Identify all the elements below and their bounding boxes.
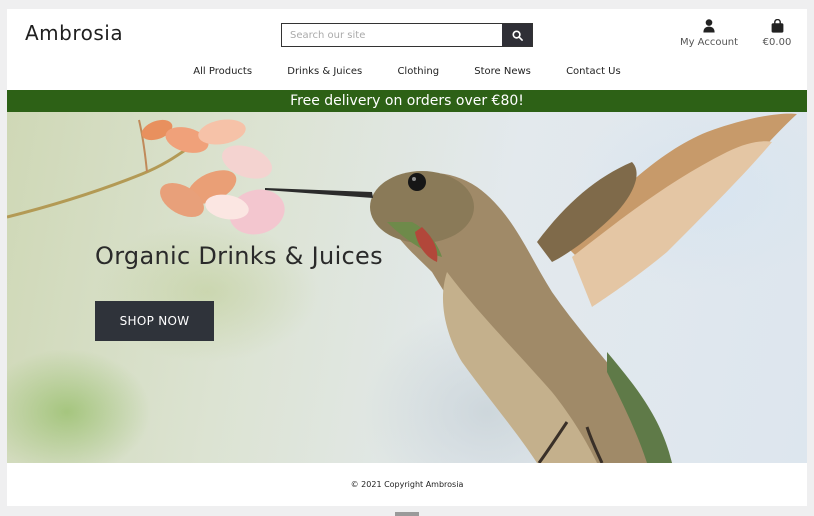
page-frame: Ambrosia My Account €0.00 — [7, 9, 807, 506]
my-account-link[interactable]: My Account — [677, 19, 741, 48]
hero-title: Organic Drinks & Juices — [95, 242, 383, 270]
main-nav: All Products Drinks & Juices Clothing St… — [7, 66, 807, 77]
nav-item-clothing[interactable]: Clothing — [397, 66, 439, 77]
nav-item-contact-us[interactable]: Contact Us — [566, 66, 621, 77]
delivery-banner: Free delivery on orders over €80! — [7, 90, 807, 112]
hero-section: Organic Drinks & Juices SHOP NOW — [7, 112, 807, 463]
site-header: Ambrosia My Account €0.00 — [7, 9, 807, 90]
nav-item-drinks-juices[interactable]: Drinks & Juices — [287, 66, 362, 77]
shop-now-button[interactable]: SHOP NOW — [95, 301, 214, 341]
nav-item-store-news[interactable]: Store News — [474, 66, 531, 77]
user-icon — [703, 19, 715, 33]
cart-link[interactable]: €0.00 — [757, 19, 797, 48]
site-logo[interactable]: Ambrosia — [25, 21, 123, 45]
scrollbar-thumb[interactable] — [395, 512, 419, 516]
shopping-bag-icon — [771, 19, 783, 33]
search-button[interactable] — [502, 24, 532, 46]
hummingbird-image — [7, 113, 797, 463]
nav-item-all-products[interactable]: All Products — [193, 66, 252, 77]
cart-total: €0.00 — [762, 37, 792, 48]
search-icon — [511, 29, 523, 41]
search-bar — [281, 23, 533, 47]
my-account-label: My Account — [679, 37, 739, 48]
search-input[interactable] — [282, 24, 502, 46]
copyright-text: © 2021 Copyright Ambrosia — [350, 480, 464, 489]
site-footer: © 2021 Copyright Ambrosia — [7, 463, 807, 506]
